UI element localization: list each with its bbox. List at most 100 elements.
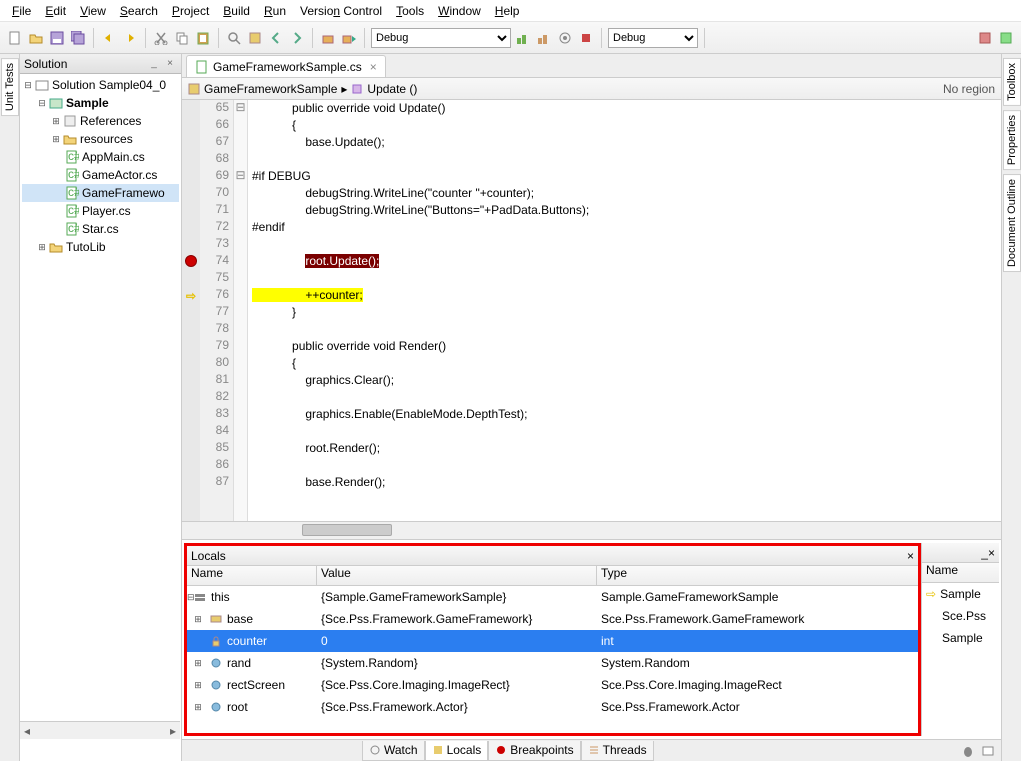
locals-row[interactable]: ⊞root{Sce.Pss.Framework.Actor}Sce.Pss.Fr… [187,696,918,718]
file-label[interactable]: AppMain.cs [82,150,145,164]
run-icon[interactable] [514,29,532,47]
code-line[interactable]: base.Render(); [248,474,1001,491]
tab-breakpoints[interactable]: Breakpoints [488,741,580,761]
code-line[interactable] [248,236,1001,253]
code-line[interactable]: } [248,304,1001,321]
region-label[interactable]: No region [943,82,995,96]
editor-tab[interactable]: GameFrameworkSample.cs × [186,55,386,77]
new-file-icon[interactable] [6,29,24,47]
code-line[interactable]: graphics.Enable(EnableMode.DepthTest); [248,406,1001,423]
stop-icon[interactable] [577,29,595,47]
class-icon[interactable] [246,29,264,47]
tab-locals[interactable]: Locals [425,741,489,761]
config-select-2[interactable]: Debug [608,28,698,48]
file-label[interactable]: Player.cs [82,204,131,218]
properties-tab[interactable]: Properties [1003,110,1021,170]
locals-row[interactable]: counter0int [187,630,918,652]
panel-minimize-icon[interactable]: _ [981,546,988,560]
code-line[interactable]: debugString.WriteLine("Buttons="+PadData… [248,202,1001,219]
code-line[interactable]: #endif [248,219,1001,236]
code-line[interactable]: base.Update(); [248,134,1001,151]
file-label[interactable]: GameActor.cs [82,168,157,182]
code-line[interactable] [248,389,1001,406]
debug-icon[interactable] [535,29,553,47]
solution-hscrollbar[interactable]: ◂▸ [20,721,180,739]
menu-edit[interactable]: Edit [39,2,72,20]
editor-hscrollbar[interactable] [182,521,1001,539]
file-label[interactable]: Star.cs [82,222,119,236]
code-line[interactable]: debugString.WriteLine("counter "+counter… [248,185,1001,202]
output-icon[interactable] [981,744,995,758]
code-line[interactable] [248,151,1001,168]
bug-icon[interactable] [961,744,975,758]
panel-close-icon[interactable]: × [163,57,177,71]
menu-project[interactable]: Project [166,2,215,20]
build-icon[interactable] [319,29,337,47]
menu-file[interactable]: File [6,2,37,20]
undo-icon[interactable] [100,29,118,47]
navigate-back-icon[interactable] [267,29,285,47]
code-line[interactable]: graphics.Clear(); [248,372,1001,389]
col-value[interactable]: Value [317,566,597,585]
open-icon[interactable] [27,29,45,47]
panel-close-icon[interactable]: × [988,546,995,560]
fold-toggle[interactable]: ⊟ [234,100,247,117]
attach-icon[interactable] [556,29,574,47]
code-line[interactable]: ++counter; [248,287,1001,304]
copy-icon[interactable] [173,29,191,47]
config-select-1[interactable]: Debug [371,28,511,48]
code-line[interactable]: public override void Update() [248,100,1001,117]
cut-icon[interactable] [152,29,170,47]
code-line[interactable]: root.Render(); [248,440,1001,457]
code-line[interactable] [248,270,1001,287]
plugin-icon-2[interactable] [997,29,1015,47]
stack-frame[interactable]: Sce.Pss [922,605,999,627]
paste-icon[interactable] [194,29,212,47]
close-icon[interactable]: × [370,60,377,74]
menu-build[interactable]: Build [217,2,256,20]
menu-search[interactable]: Search [114,2,164,20]
fold-toggle[interactable]: ⊟ [234,168,247,185]
panel-close-icon[interactable]: × [907,549,914,563]
solution-tree[interactable]: ⊟Solution Sample04_0 ⊟Sample ⊞References… [20,74,181,761]
code-line[interactable] [248,321,1001,338]
locals-row[interactable]: ⊟this{Sample.GameFrameworkSample}Sample.… [187,586,918,608]
save-all-icon[interactable] [69,29,87,47]
code-line[interactable]: root.Update(); [248,253,1001,270]
breakpoint-marker[interactable] [185,255,197,267]
code-line[interactable] [248,423,1001,440]
save-icon[interactable] [48,29,66,47]
code-line[interactable]: public override void Render() [248,338,1001,355]
code-line[interactable]: #if DEBUG [248,168,1001,185]
code-editor[interactable]: ⇨ 65666768697071727374757677787980818283… [182,100,1001,521]
code-line[interactable] [248,457,1001,474]
breadcrumb-class[interactable]: GameFrameworkSample [204,82,337,96]
navigate-fwd-icon[interactable] [288,29,306,47]
breadcrumb-method[interactable]: Update () [367,82,417,96]
locals-row[interactable]: ⊞rand{System.Random}System.Random [187,652,918,674]
menu-view[interactable]: View [74,2,112,20]
menu-window[interactable]: Window [432,2,487,20]
menu-version-control[interactable]: Version Control [294,2,388,20]
locals-row[interactable]: ⊞rectScreen{Sce.Pss.Core.Imaging.ImageRe… [187,674,918,696]
build-run-icon[interactable] [340,29,358,47]
stack-frame[interactable]: Sample [940,587,981,601]
col-type[interactable]: Type [597,566,918,585]
unit-tests-tab[interactable]: Unit Tests [1,58,19,116]
menu-run[interactable]: Run [258,2,292,20]
stack-frame[interactable]: Sample [922,627,999,649]
tab-watch[interactable]: Watch [362,741,425,761]
file-label[interactable]: GameFramewo [82,186,165,200]
locals-row[interactable]: ⊞base{Sce.Pss.Framework.GameFramework}Sc… [187,608,918,630]
find-icon[interactable] [225,29,243,47]
redo-icon[interactable] [121,29,139,47]
doc-outline-tab[interactable]: Document Outline [1003,174,1021,272]
code-line[interactable]: { [248,117,1001,134]
menu-help[interactable]: Help [489,2,526,20]
col-name[interactable]: Name [187,566,317,585]
panel-minimize-icon[interactable]: _ [147,57,161,71]
toolbox-tab[interactable]: Toolbox [1003,58,1021,106]
code-line[interactable]: { [248,355,1001,372]
col-name[interactable]: Name [922,563,958,582]
tab-threads[interactable]: Threads [581,741,654,761]
